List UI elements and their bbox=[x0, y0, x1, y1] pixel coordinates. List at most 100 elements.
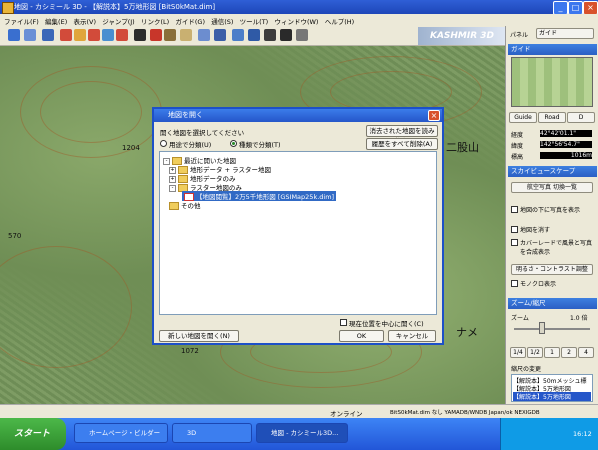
mountain-icon[interactable] bbox=[150, 29, 162, 41]
radio-by-type-label: 種類で分類(T) bbox=[239, 141, 281, 149]
car-icon[interactable] bbox=[60, 29, 72, 41]
car-3-icon[interactable] bbox=[88, 29, 100, 41]
guide-header: ガイド bbox=[508, 44, 597, 55]
mono-checkbox[interactable] bbox=[511, 280, 518, 287]
zoom-4-button[interactable]: 4 bbox=[578, 347, 594, 358]
zoom-slider-thumb[interactable] bbox=[539, 322, 545, 334]
arrow-icon[interactable] bbox=[42, 29, 54, 41]
brightness-button[interactable]: 明るさ・コントラスト調整 bbox=[511, 264, 593, 275]
scale-item-selected[interactable]: 【解説本】5万地形図 bbox=[513, 392, 591, 401]
center-on-position-checkbox[interactable] bbox=[340, 319, 347, 326]
zoom-slider-track[interactable] bbox=[514, 328, 590, 330]
menu-file[interactable]: ファイル(F) bbox=[4, 16, 39, 26]
altitude-value: 1016m bbox=[540, 152, 592, 159]
binoculars-icon[interactable] bbox=[134, 29, 146, 41]
zoom-1-button[interactable]: 1 bbox=[544, 347, 560, 358]
menu-tools[interactable]: ツール(T) bbox=[240, 16, 269, 26]
menu-comm[interactable]: 通信(S) bbox=[211, 16, 233, 26]
open-new-map-button[interactable]: 新しい地図を開く(N) bbox=[159, 330, 239, 342]
dialog-title: 地図を開く bbox=[154, 109, 442, 122]
clear-history-button[interactable]: 履歴をすべて削除(A) bbox=[366, 138, 438, 150]
composite-checkbox[interactable] bbox=[511, 239, 518, 246]
panel-select[interactable]: ガイド bbox=[536, 28, 594, 39]
menu-edit[interactable]: 編集(E) bbox=[45, 16, 67, 26]
title-bar: 地図 - カシミール 3D - 【解説本】5万地形図 [BitS0kMat.di… bbox=[0, 0, 598, 15]
dialog-close-icon[interactable]: × bbox=[428, 110, 440, 121]
menu-view[interactable]: 表示(V) bbox=[73, 16, 96, 26]
menu-window[interactable]: ウィンドウ(W) bbox=[274, 16, 318, 26]
maximize-button[interactable]: □ bbox=[568, 1, 583, 15]
load-deleted-button[interactable]: 消去された地図を読み込む bbox=[366, 125, 438, 145]
zoom-2-button[interactable]: 2 bbox=[561, 347, 577, 358]
layers-icon[interactable] bbox=[198, 29, 210, 41]
menu-jump[interactable]: ジャンプ(J) bbox=[102, 16, 134, 26]
taskbar: スタート ホームページ・ビルダー 3D 地図 - カシミール3D... 16:1… bbox=[0, 418, 598, 450]
status-bar: オンライン BitS0kMat.dim なし YAMADB/WNDB Japan… bbox=[0, 404, 598, 418]
pointer-icon[interactable] bbox=[24, 29, 36, 41]
zoom-tool-icon[interactable] bbox=[8, 29, 20, 41]
radio-by-usage[interactable] bbox=[160, 140, 167, 147]
zoom-label: ズーム bbox=[511, 315, 529, 322]
latitude-label: 経度 bbox=[511, 132, 524, 139]
folder-icon bbox=[169, 202, 179, 210]
radio-by-type[interactable] bbox=[230, 140, 237, 147]
scale-list[interactable]: 【解説本】50mメッシュ標 【解説本】5万地形図 【解説本】5万地形図 bbox=[511, 374, 593, 402]
elevation-label-570: 570 bbox=[8, 232, 22, 240]
minimize-button[interactable]: _ bbox=[553, 1, 568, 15]
open-map-dialog: 地図を開く × 開く地図を選択してください 消去された地図を読み込む 用途で分類… bbox=[152, 107, 444, 345]
map-tree[interactable]: - 最近に開いた地図 + 地形データ + ラスター地図 + 地形データのみ - ラスター… bbox=[159, 151, 437, 315]
aerial-photo-button[interactable]: 航空写真 切換一覧 bbox=[511, 182, 593, 193]
cancel-button[interactable]: キャンセル bbox=[388, 330, 436, 342]
peak-name-label: 二股山 bbox=[446, 141, 479, 154]
grid-icon[interactable] bbox=[214, 29, 226, 41]
zoom-value: 1.0 倍 bbox=[570, 315, 588, 322]
start-button[interactable]: スタート bbox=[0, 418, 66, 450]
menu-guide[interactable]: ガイド(G) bbox=[175, 16, 205, 26]
zoom-half-button[interactable]: 1/2 bbox=[527, 347, 543, 358]
side-panel: パネル ガイド ガイド Guide Road D 経度 42°42'01.1" … bbox=[505, 26, 598, 404]
ruler-icon[interactable] bbox=[180, 29, 192, 41]
task-kashmir[interactable]: 地図 - カシミール3D... bbox=[256, 423, 348, 443]
app-icon bbox=[2, 2, 14, 14]
kashmir-logo: KASHMIR 3D bbox=[418, 27, 506, 45]
close-button[interactable]: × bbox=[583, 1, 598, 15]
ok-button[interactable]: OK bbox=[339, 330, 384, 342]
guide-tab-d[interactable]: D bbox=[567, 112, 595, 123]
car-2-icon[interactable] bbox=[74, 29, 86, 41]
route-icon[interactable] bbox=[248, 29, 260, 41]
task-3d[interactable]: 3D bbox=[172, 423, 252, 443]
photo-under-map-checkbox[interactable] bbox=[511, 206, 518, 213]
dialog-prompt: 開く地図を選択してください bbox=[160, 129, 245, 137]
guide-tab-road[interactable]: Road bbox=[538, 112, 566, 123]
collapse-icon[interactable]: - bbox=[169, 184, 176, 192]
radio-by-usage-label: 用途で分類(U) bbox=[169, 141, 212, 149]
save-icon[interactable] bbox=[280, 29, 292, 41]
car-5-icon[interactable] bbox=[116, 29, 128, 41]
mono-label: モノクロ表示 bbox=[520, 281, 557, 288]
hiker-icon[interactable] bbox=[164, 29, 176, 41]
menu-link[interactable]: リンク(L) bbox=[141, 16, 169, 26]
task-homepage-builder[interactable]: ホームページ・ビルダー bbox=[74, 423, 168, 443]
map-icon[interactable] bbox=[264, 29, 276, 41]
map-info-status: BitS0kMat.dim なし YAMADB/WNDB Japan/ok NE… bbox=[390, 410, 540, 416]
track-icon[interactable] bbox=[232, 29, 244, 41]
clock: 16:12 bbox=[573, 430, 592, 438]
car-4-icon[interactable] bbox=[102, 29, 114, 41]
menu-help[interactable]: ヘルプ(H) bbox=[325, 16, 354, 26]
center-on-position-label: 現在位置を中心に開く(C) bbox=[349, 320, 424, 328]
panel-select-label: パネル bbox=[510, 32, 529, 39]
guide-tab-guide[interactable]: Guide bbox=[509, 112, 537, 123]
latitude-value: 42°42'01.1" bbox=[540, 130, 592, 137]
online-status: オンライン bbox=[330, 410, 363, 418]
composite-label: カバーレードで風景と写真を合成表示 bbox=[520, 240, 593, 256]
altitude-label: 標高 bbox=[511, 154, 524, 161]
system-tray: 16:12 bbox=[500, 418, 598, 450]
elevation-label-1204: 1204 bbox=[122, 144, 140, 152]
zoom-quarter-button[interactable]: 1/4 bbox=[510, 347, 526, 358]
guide-minimap[interactable] bbox=[511, 57, 593, 107]
tree-node-other[interactable]: その他 bbox=[169, 200, 201, 210]
longitude-label: 緯度 bbox=[511, 143, 524, 150]
tree-node-gsimap[interactable]: 【地図閲覧】2万5千地形図 [GSIMap25k.dim] bbox=[182, 191, 337, 201]
hide-map-checkbox[interactable] bbox=[511, 226, 518, 233]
print-icon[interactable] bbox=[296, 29, 308, 41]
